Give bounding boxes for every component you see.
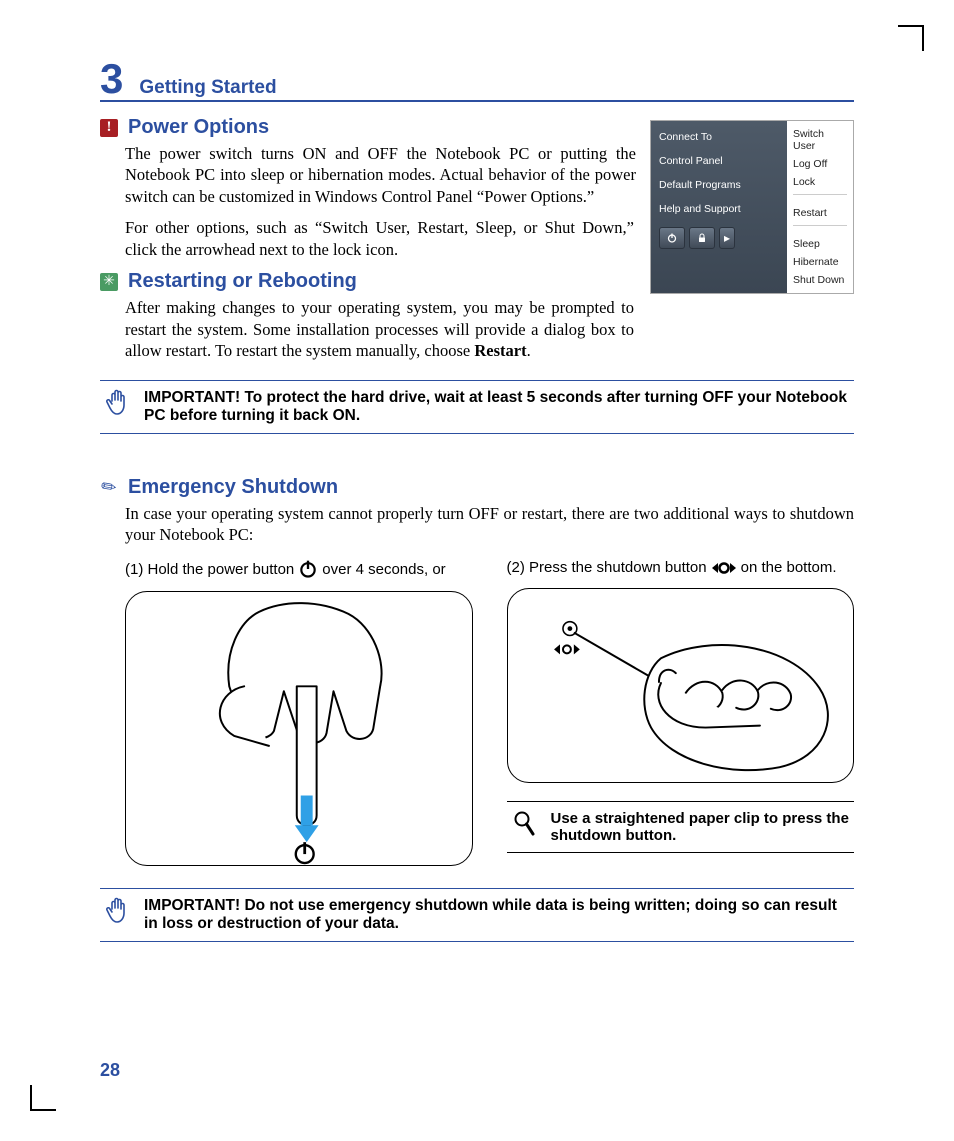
section-emergency-shutdown: ✎ Emergency Shutdown xyxy=(100,476,854,499)
vista-control-panel: Control Panel xyxy=(659,149,779,173)
hand-stop-icon xyxy=(104,897,130,932)
emergency-p1: In case your operating system cannot pro… xyxy=(125,503,854,546)
text: After making changes to your operating s… xyxy=(125,298,634,360)
callout-important-data-loss: IMPORTANT! Do not use emergency shutdown… xyxy=(100,888,854,942)
lock-icon xyxy=(689,227,715,249)
text: on the bottom. xyxy=(741,559,837,576)
text: (1) Hold the power button xyxy=(125,561,294,578)
callout-text: Use a straightened paper clip to press t… xyxy=(551,810,851,844)
windows-power-menu-screenshot: Connect To Control Panel Default Program… xyxy=(650,120,854,294)
vista-switch-user: Switch User xyxy=(793,125,847,155)
power-symbol-icon xyxy=(298,559,318,579)
section-title: Restarting or Rebooting xyxy=(128,270,357,293)
illustration-paperclip-shutdown xyxy=(507,588,855,783)
chevron-right-icon: ▸ xyxy=(719,227,735,249)
page-number: 28 xyxy=(100,1060,120,1081)
magnifier-icon xyxy=(511,810,537,843)
exclamation-icon: ! xyxy=(100,119,118,137)
vista-restart: Restart xyxy=(793,204,847,222)
section-title: Power Options xyxy=(128,116,269,139)
power-icon xyxy=(659,227,685,249)
asterisk-icon: ✳ xyxy=(100,273,118,291)
section-title: Emergency Shutdown xyxy=(128,476,338,499)
power-options-p2: For other options, such as “Switch User,… xyxy=(125,217,634,260)
illustration-hold-power-button xyxy=(125,591,473,866)
vista-shut-down: Shut Down xyxy=(793,271,847,289)
step1-label: (1) Hold the power button over 4 seconds… xyxy=(125,559,473,579)
vista-connect-to: Connect To xyxy=(659,125,779,149)
vista-sleep: Sleep xyxy=(793,235,847,253)
step2-label: (2) Press the shutdown button on the bot… xyxy=(507,559,855,576)
section-power-options: ! Power Options xyxy=(100,116,636,139)
callout-text: IMPORTANT! Do not use emergency shutdown… xyxy=(144,897,850,933)
shutdown-symbol-icon xyxy=(711,561,737,575)
chapter-number: 3 xyxy=(100,58,123,100)
emergency-step-2: (2) Press the shutdown button on the bot… xyxy=(507,559,855,866)
crop-mark-top-right xyxy=(898,25,924,51)
text: . xyxy=(527,341,531,360)
text: (2) Press the shutdown button xyxy=(507,559,707,576)
text: over 4 seconds, or xyxy=(322,561,445,578)
hand-stop-icon xyxy=(104,389,130,424)
crop-mark-bottom-left xyxy=(30,1085,56,1111)
section-restarting: ✳ Restarting or Rebooting xyxy=(100,270,636,293)
chapter-header: 3 Getting Started xyxy=(100,58,854,102)
chapter-title: Getting Started xyxy=(139,77,276,99)
emergency-step-1: (1) Hold the power button over 4 seconds… xyxy=(125,559,473,866)
vista-default-programs: Default Programs xyxy=(659,173,779,197)
restart-bold: Restart xyxy=(474,341,526,360)
callout-text: IMPORTANT! To protect the hard drive, wa… xyxy=(144,389,850,425)
vista-help-support: Help and Support xyxy=(659,197,779,221)
callout-tip-paperclip: Use a straightened paper clip to press t… xyxy=(507,801,855,853)
restarting-p1: After making changes to your operating s… xyxy=(125,297,634,361)
vista-lock: Lock xyxy=(793,173,847,191)
vista-log-off: Log Off xyxy=(793,155,847,173)
callout-important-hard-drive: IMPORTANT! To protect the hard drive, wa… xyxy=(100,380,854,434)
vista-hibernate: Hibernate xyxy=(793,253,847,271)
pen-icon: ✎ xyxy=(96,474,121,499)
